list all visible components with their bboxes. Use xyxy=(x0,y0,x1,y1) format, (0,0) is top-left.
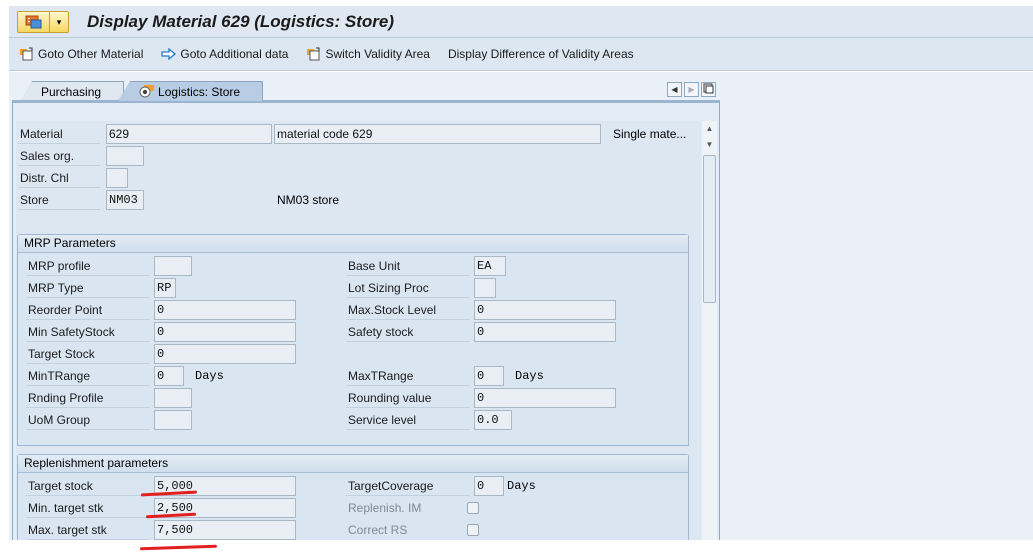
switch-validity-area-button[interactable]: Switch Validity Area xyxy=(306,47,430,61)
target-coverage-unit: Days xyxy=(507,479,536,493)
base-unit-field[interactable]: EA xyxy=(474,256,506,276)
min-safety-stock-label: Min SafetyStock xyxy=(26,322,150,342)
target-stock-label: Target stock xyxy=(26,476,150,496)
mrp-type-field[interactable]: RP xyxy=(154,278,176,298)
material-description-field[interactable]: material code 629 xyxy=(274,124,601,144)
service-level-field[interactable]: 0.0 xyxy=(474,410,512,430)
service-level-label: Service level xyxy=(346,410,470,430)
min-t-range-label: MinTRange xyxy=(26,366,150,386)
lot-sizing-label: Lot Sizing Proc xyxy=(346,278,470,298)
correct-rs-checkbox[interactable] xyxy=(467,524,479,536)
new-window-icon xyxy=(19,47,35,61)
sales-org-label: Sales org. xyxy=(18,146,100,166)
rnding-profile-field[interactable] xyxy=(154,388,192,408)
min-target-stk-label: Min. target stk xyxy=(26,498,150,518)
application-toolbar: Goto Other Material Goto Additional data… xyxy=(9,38,1033,71)
radio-tab-icon xyxy=(139,85,155,98)
display-difference-validity-areas-button[interactable]: Display Difference of Validity Areas xyxy=(448,47,634,61)
min-t-range-field[interactable]: 0 xyxy=(154,366,184,386)
mrp-parameters-title: MRP Parameters xyxy=(18,235,688,253)
system-menu-icon xyxy=(18,11,50,32)
goto-additional-data-label: Goto Additional data xyxy=(180,47,289,61)
caret-down-icon: ▼ xyxy=(705,140,714,149)
tab-navigation: ◀ ▶ xyxy=(667,82,716,97)
rnding-profile-label: Rnding Profile xyxy=(26,388,150,408)
material-field[interactable]: 629 xyxy=(106,124,272,144)
distr-chl-field[interactable] xyxy=(106,168,128,188)
caret-right-icon: ▶ xyxy=(688,85,695,94)
lot-sizing-field[interactable] xyxy=(474,278,496,298)
switch-validity-area-label: Switch Validity Area xyxy=(325,47,430,61)
max-t-range-unit: Days xyxy=(515,369,544,383)
replenish-im-label: Replenish. IM xyxy=(348,501,422,515)
store-description: NM03 store xyxy=(277,193,340,207)
material-type-text: Single mate... xyxy=(613,127,687,141)
page-title: Display Material 629 (Logistics: Store) xyxy=(87,11,395,31)
target-coverage-field[interactable]: 0 xyxy=(474,476,504,496)
max-target-stk-label: Max. target stk xyxy=(26,520,150,540)
mrp-profile-label: MRP profile xyxy=(26,256,150,276)
max-t-range-label: MaxTRange xyxy=(346,366,470,386)
tab-scroll-left-button[interactable]: ◀ xyxy=(667,82,682,97)
tab-scroll-right-button[interactable]: ▶ xyxy=(684,82,699,97)
min-safety-stock-field[interactable]: 0 xyxy=(154,322,296,342)
scroll-down-button[interactable]: ▼ xyxy=(702,137,717,152)
chevron-down-icon: ▾ xyxy=(56,16,62,27)
scroll-up-button[interactable]: ▲ xyxy=(702,121,717,136)
material-label: Material xyxy=(18,124,100,144)
base-unit-label: Base Unit xyxy=(346,256,470,276)
safety-stock-field[interactable]: 0 xyxy=(474,322,616,342)
mrp-profile-field[interactable] xyxy=(154,256,192,276)
target-stock-mrp-label: Target Stock xyxy=(26,344,150,364)
reorder-point-field[interactable]: 0 xyxy=(154,300,296,320)
tab-list-icon xyxy=(703,83,714,96)
distr-chl-label: Distr. Chl xyxy=(18,168,100,188)
uom-group-field[interactable] xyxy=(154,410,192,430)
uom-group-label: UoM Group xyxy=(26,410,150,430)
max-target-stk-field[interactable]: 7,500 xyxy=(154,520,296,540)
tab-logistics-store[interactable]: Logistics: Store xyxy=(118,81,264,101)
reorder-point-label: Reorder Point xyxy=(26,300,150,320)
arrow-right-icon xyxy=(161,48,177,60)
safety-stock-label: Safety stock xyxy=(346,322,470,342)
replenishment-parameters-title: Replenishment parameters xyxy=(18,455,688,473)
new-window-icon xyxy=(306,47,322,61)
tab-list-button[interactable] xyxy=(701,82,716,97)
system-menu-button[interactable]: ▾ xyxy=(17,10,69,33)
store-field[interactable]: NM03 xyxy=(106,190,144,210)
goto-other-material-button[interactable]: Goto Other Material xyxy=(19,47,143,61)
tab-purchasing[interactable]: Purchasing xyxy=(20,81,125,101)
scroll-thumb[interactable] xyxy=(703,155,716,303)
title-bar: ▾ Display Material 629 (Logistics: Store… xyxy=(9,6,1033,38)
mrp-type-label: MRP Type xyxy=(26,278,150,298)
rounding-value-label: Rounding value xyxy=(346,388,470,408)
goto-other-material-label: Goto Other Material xyxy=(38,47,144,61)
tab-purchasing-label: Purchasing xyxy=(41,84,102,99)
goto-additional-data-button[interactable]: Goto Additional data xyxy=(161,47,288,61)
replenish-im-checkbox[interactable] xyxy=(467,502,479,514)
target-stock-mrp-field[interactable]: 0 xyxy=(154,344,296,364)
tab-logistics-store-label: Logistics: Store xyxy=(158,84,241,99)
rounding-value-field[interactable]: 0 xyxy=(474,388,616,408)
tab-strip: Purchasing Logistics: Store xyxy=(20,81,264,101)
caret-left-icon: ◀ xyxy=(671,85,678,94)
vertical-scrollbar[interactable]: ▲ ▼ xyxy=(702,121,717,553)
min-t-range-unit: Days xyxy=(195,369,224,383)
target-coverage-label: TargetCoverage xyxy=(346,476,470,496)
correct-rs-label: Correct RS xyxy=(348,523,408,537)
display-difference-label: Display Difference of Validity Areas xyxy=(447,47,634,61)
caret-up-icon: ▲ xyxy=(705,124,714,133)
max-stock-level-label: Max.Stock Level xyxy=(346,300,470,320)
max-stock-level-field[interactable]: 0 xyxy=(474,300,616,320)
sales-org-field[interactable] xyxy=(106,146,144,166)
max-t-range-field[interactable]: 0 xyxy=(474,366,504,386)
store-label: Store xyxy=(18,190,100,210)
